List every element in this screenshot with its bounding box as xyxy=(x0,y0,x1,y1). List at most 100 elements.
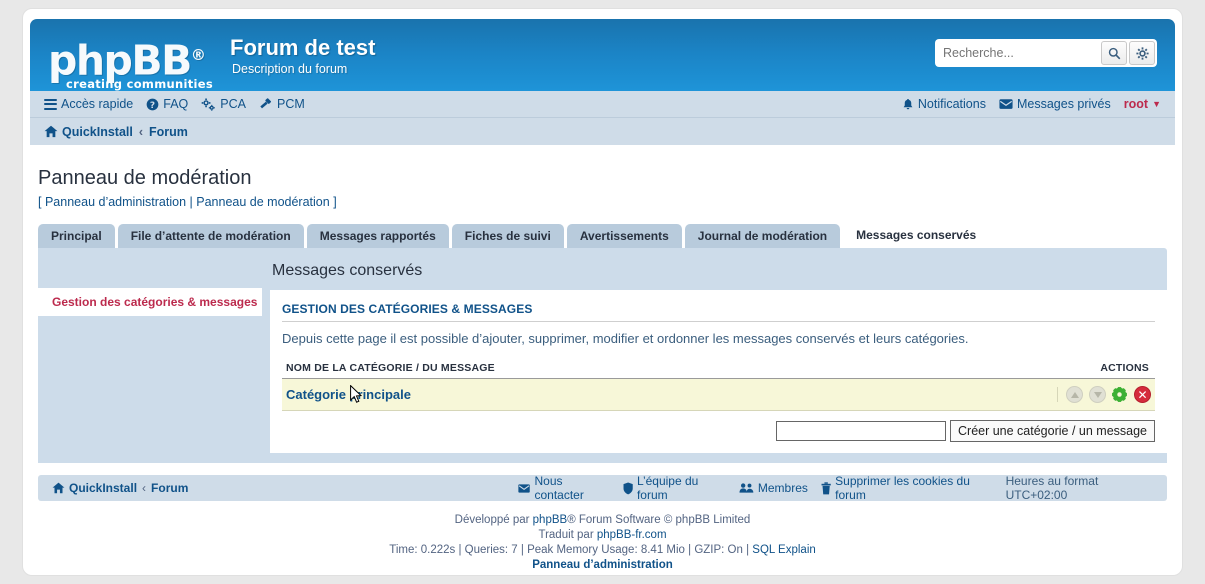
footer-breadcrumb-separator: ‹ xyxy=(142,481,147,496)
hamburger-icon xyxy=(44,96,57,112)
tab-warnings[interactable]: Avertissements xyxy=(566,224,682,248)
new-category-input[interactable] xyxy=(776,421,946,442)
tab-reported-posts[interactable]: Messages rapportés xyxy=(306,224,449,248)
create-category-button[interactable]: Créer une catégorie / un message xyxy=(950,420,1155,443)
content-box: GESTION DES CATÉGORIES & MESSAGES Depuis… xyxy=(270,290,1167,454)
content-box-title: GESTION DES CATÉGORIES & MESSAGES xyxy=(282,302,1155,322)
nav-notifications-label: Notifications xyxy=(917,97,986,111)
page-subnav: [ Panneau d’administration | Panneau de … xyxy=(38,195,1175,209)
phpbb-logo[interactable]: phpBB® creating communities xyxy=(48,33,216,91)
subnav-admin-link[interactable]: Panneau d’administration xyxy=(45,195,186,209)
tab-principal[interactable]: Principal xyxy=(38,224,115,248)
question-circle-icon: ? xyxy=(146,98,159,110)
search-box xyxy=(935,39,1157,67)
subnav-open-bracket: [ xyxy=(38,195,42,209)
stats-text: Time: 0.222s | Queries: 7 | Peak Memory … xyxy=(389,544,753,557)
admin-line: Panneau d’administration xyxy=(30,558,1175,573)
row-actions: ✕ xyxy=(871,378,1155,412)
site-title: Forum de test xyxy=(230,35,376,60)
breadcrumb-home[interactable]: QuickInstall xyxy=(44,125,133,139)
column-header-actions: ACTIONS xyxy=(871,362,1155,379)
nav-quick-access-label: Accès rapide xyxy=(61,97,134,111)
page-inner: phpBB® creating communities Forum de tes… xyxy=(30,19,1175,573)
settings-gear-icon[interactable] xyxy=(1111,386,1128,403)
footer-breadcrumb-home-label: QuickInstall xyxy=(69,481,138,496)
footer-members[interactable]: Membres xyxy=(739,481,808,495)
search-input[interactable] xyxy=(937,41,1099,65)
subnav-mod-link[interactable]: Panneau de modération xyxy=(196,195,329,209)
nav-pcm[interactable]: PCM xyxy=(259,97,305,111)
tab-moderation-queue[interactable]: File d’attente de modération xyxy=(117,224,304,248)
footer-team[interactable]: L’équipe du forum xyxy=(623,474,726,502)
footer-timezone: Heures au format UTC+02:00 xyxy=(1005,474,1099,503)
footer-links-group: Nous contacter L’équipe du forum Membres… xyxy=(518,474,1153,502)
nav-notifications[interactable]: Notifications xyxy=(902,97,986,111)
breadcrumb-home-label: QuickInstall xyxy=(62,124,133,139)
tab-tracking-sheets[interactable]: Fiches de suivi xyxy=(451,224,564,248)
nav-private-messages[interactable]: Messages privés xyxy=(999,97,1111,111)
page-container: phpBB® creating communities Forum de tes… xyxy=(22,8,1183,576)
table-head: NOM DE LA CATÉGORIE / DU MESSAGE ACTIONS xyxy=(282,362,1155,379)
footer-breadcrumb-forum[interactable]: Forum xyxy=(151,481,188,495)
nav-pca-label: PCA xyxy=(220,97,246,111)
move-down-icon[interactable] xyxy=(1088,386,1106,404)
nav-quick-access[interactable]: Accès rapide xyxy=(44,96,133,112)
subnav-pipe: | xyxy=(189,195,193,209)
tab-saved-messages[interactable]: Messages conservés xyxy=(843,221,990,248)
nav-faq[interactable]: ? FAQ xyxy=(146,97,188,111)
move-up-icon[interactable] xyxy=(1066,386,1084,404)
table-row: Catégorie principale ✕ xyxy=(282,378,1155,412)
footer-breadcrumb-home[interactable]: QuickInstall xyxy=(52,481,137,495)
nav-username: root xyxy=(1123,97,1149,111)
tab-bar: Principal File d’attente de modération M… xyxy=(38,221,1175,248)
nav-pcm-label: PCM xyxy=(276,97,305,111)
row-category-name[interactable]: Catégorie principale xyxy=(282,378,872,412)
trash-icon xyxy=(821,481,831,494)
footer-delete-cookies-label: Supprimer les cookies du forum xyxy=(835,474,970,503)
panel-content: Messages conservés GESTION DES CATÉGORIE… xyxy=(262,248,1167,463)
main-navbar: Accès rapide ? FAQ PCA PCM Notifications… xyxy=(30,91,1175,118)
nav-faq-label: FAQ xyxy=(163,97,189,111)
stats-line: Time: 0.222s | Queries: 7 | Peak Memory … xyxy=(30,543,1175,558)
navbar-right-group: Notifications Messages privés root ▼ xyxy=(902,97,1161,111)
content-heading: Messages conservés xyxy=(272,262,423,279)
logo-tagline: creating communities xyxy=(66,77,213,91)
footer-delete-cookies[interactable]: Supprimer les cookies du forum xyxy=(821,474,993,502)
nav-user-menu[interactable]: root ▼ xyxy=(1124,97,1161,111)
create-category-form: Créer une catégorie / un message xyxy=(282,411,1155,453)
sql-explain-link[interactable]: SQL Explain xyxy=(752,544,816,556)
tab-moderation-log[interactable]: Journal de modération xyxy=(684,224,841,248)
footer-contact[interactable]: Nous contacter xyxy=(518,474,609,502)
search-submit-button[interactable] xyxy=(1101,41,1127,65)
nav-pca[interactable]: PCA xyxy=(201,97,246,111)
footer-members-label: Membres xyxy=(757,481,808,496)
envelope-icon xyxy=(999,99,1013,109)
categories-table: NOM DE LA CATÉGORIE / DU MESSAGE ACTIONS… xyxy=(282,362,1155,412)
translator-link[interactable]: phpBB-fr.com xyxy=(597,529,667,541)
delete-icon[interactable]: ✕ xyxy=(1134,386,1151,404)
gear-glyph-icon xyxy=(1112,387,1128,402)
breadcrumb-bar: QuickInstall ‹ Forum xyxy=(30,118,1175,145)
envelope-icon xyxy=(518,483,531,493)
panel-sidebar: Gestion des catégories & messages xyxy=(38,288,262,316)
home-icon xyxy=(52,482,65,494)
navbar-left-group: Accès rapide ? FAQ PCA PCM xyxy=(44,96,305,112)
shield-icon xyxy=(623,482,633,494)
site-header: phpBB® creating communities Forum de tes… xyxy=(30,19,1175,91)
sidebar-item-category-management[interactable]: Gestion des catégories & messages xyxy=(38,288,262,316)
svg-text:?: ? xyxy=(150,100,155,110)
content-box-description: Depuis cette page il est possible d’ajou… xyxy=(282,331,969,346)
breadcrumb-forum[interactable]: Forum xyxy=(149,125,188,139)
actions-divider xyxy=(1056,387,1058,403)
footer-contact-label: Nous contacter xyxy=(534,474,584,503)
gavel-icon xyxy=(260,97,272,108)
gear-icon xyxy=(1135,46,1149,60)
footer-credits: Développé par phpBB® Forum Software © ph… xyxy=(30,513,1175,573)
search-icon xyxy=(1108,47,1120,59)
footer-navbar: QuickInstall ‹ Forum Nous contacter L’éq… xyxy=(38,474,1167,502)
phpbb-link[interactable]: phpBB xyxy=(533,514,568,526)
credit-prefix: Développé par xyxy=(454,514,533,527)
admin-panel-link[interactable]: Panneau d’administration xyxy=(532,559,673,571)
users-icon xyxy=(739,483,754,493)
search-options-button[interactable] xyxy=(1129,41,1155,65)
